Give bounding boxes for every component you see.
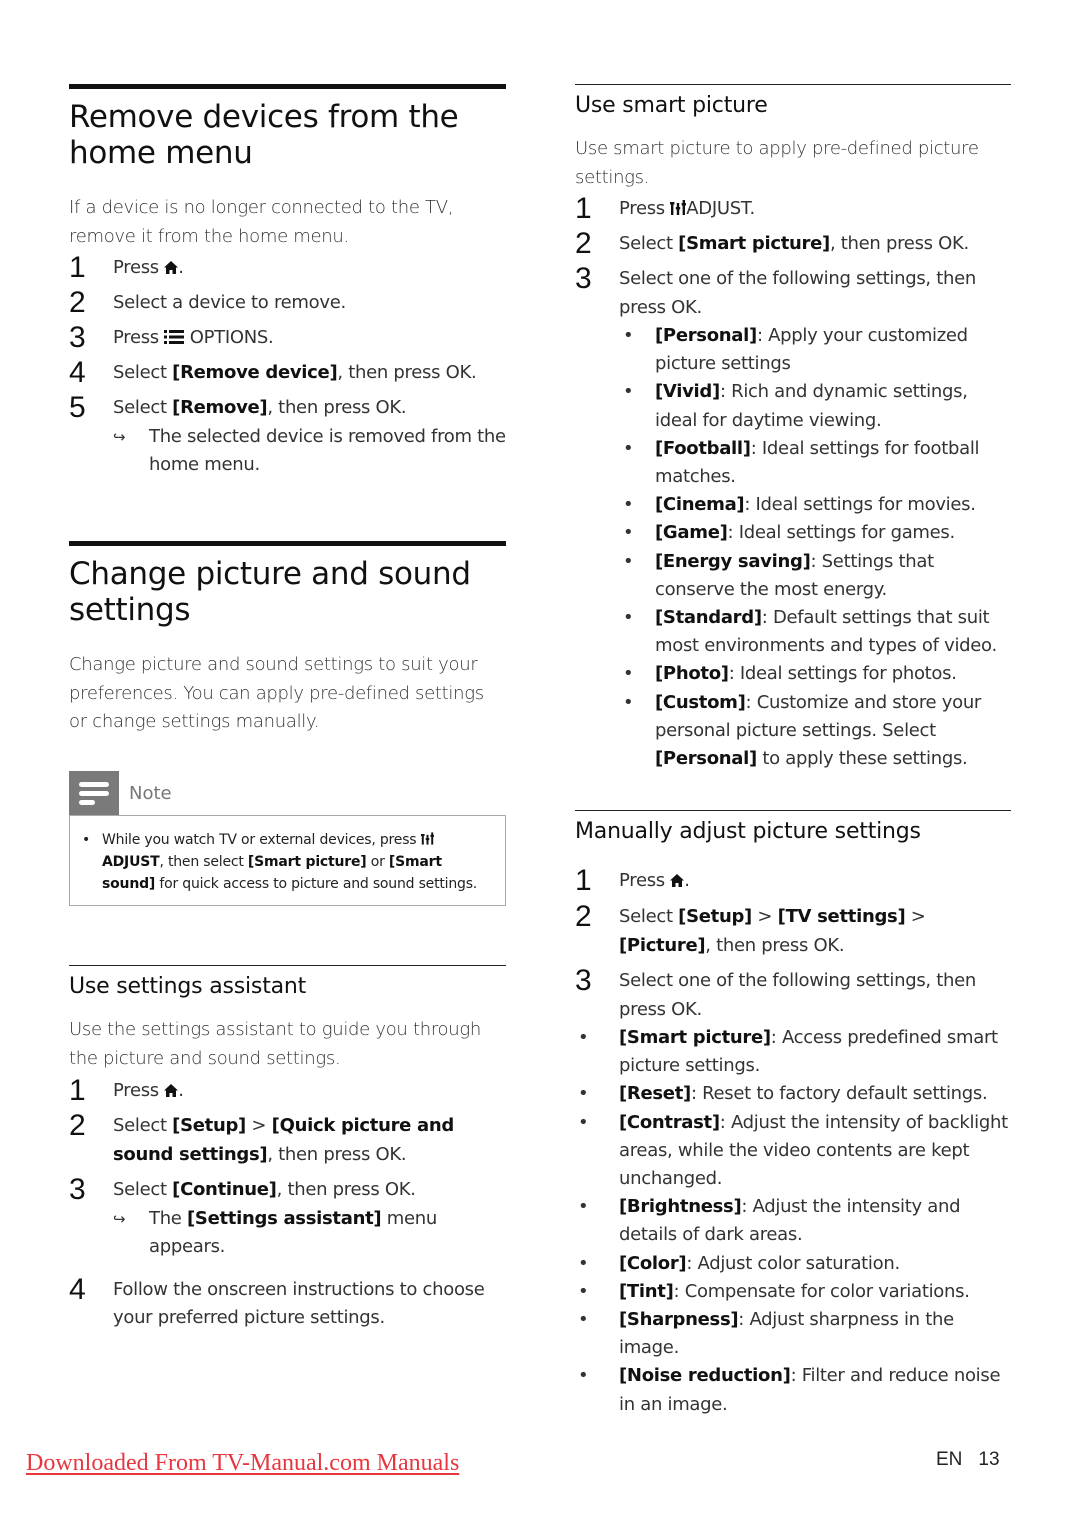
step-item: 2 Select [Smart picture], then press OK. xyxy=(575,227,969,260)
home-icon xyxy=(670,874,684,887)
list-item: • [Game]: Ideal settings for games. xyxy=(623,522,955,544)
note-content: • While you watch TV or external devices… xyxy=(69,815,506,906)
note-icon xyxy=(69,771,119,815)
step-item: 2 Select [Setup] > [TV settings] > [Pict… xyxy=(575,900,926,956)
step-item: 1 Press ADJUST. xyxy=(575,192,755,225)
step-item: 2 Select a device to remove. xyxy=(69,286,346,319)
list-item: • [Personal]: Apply your customized pictu… xyxy=(623,325,968,375)
list-item: • [Contrast]: Adjust the intensity of bac… xyxy=(578,1111,1008,1190)
step-item: 5 Select [Remove], then press OK. ↪ The … xyxy=(69,391,506,480)
note-box: Note • While you watch TV or external de… xyxy=(69,771,506,906)
step-number: 1 xyxy=(69,1074,86,1107)
step-item: 3 Press OPTIONS. xyxy=(69,321,274,354)
step-number: 3 xyxy=(69,321,86,354)
section-divider xyxy=(575,84,1011,85)
section-smart-picture: Use smart picture Use smart picture to a… xyxy=(575,84,1011,773)
language-code: EN xyxy=(936,1449,963,1470)
step-item: 3 Select one of the following settings, … xyxy=(575,964,977,1020)
list-item: • [Cinema]: Ideal settings for movies. xyxy=(623,494,976,516)
picture-settings-options: • [Smart picture]: Access predefined smar… xyxy=(575,1024,1011,1419)
download-source-link[interactable]: Downloaded From TV-Manual.com Manuals xyxy=(26,1450,459,1477)
section-divider xyxy=(69,965,506,966)
list-item: • [Photo]: Ideal settings for photos. xyxy=(623,663,957,685)
intro-paragraph: Change picture and sound settings to sui… xyxy=(69,654,484,732)
list-item: • [Standard]: Default settings that suit … xyxy=(623,607,997,657)
adjust-icon xyxy=(670,200,686,215)
list-item: • [Brightness]: Adjust the intensity and … xyxy=(578,1196,961,1246)
list-item: • [Vivid]: Rich and dynamic settings, ide… xyxy=(623,381,968,431)
list-item: • [Color]: Adjust color saturation. xyxy=(578,1252,900,1274)
steps-list: 1 Press . 2 Select [Setup] > [Quick pict… xyxy=(69,1074,506,1333)
steps-list: 1 Press . 2 Select [Setup] > [TV setting… xyxy=(575,864,1011,1024)
step-result: ↪ The [Settings assistant] menu appears. xyxy=(69,1205,506,1262)
step-item: 1 Press . xyxy=(69,251,184,284)
step-result: ↪ The selected device is removed from th… xyxy=(69,423,506,480)
intro-paragraph: Use the settings assistant to guide you … xyxy=(69,1019,481,1069)
section-title: Remove devices from the home menu xyxy=(69,99,459,171)
step-item: 3 Select [Continue], then press OK. ↪ Th… xyxy=(69,1173,506,1262)
step-number: 1 xyxy=(69,251,86,284)
section-settings-assistant: Use settings assistant Use the settings … xyxy=(69,965,506,1333)
step-number: 3 xyxy=(69,1173,86,1206)
step-item: 1 Press . xyxy=(69,1074,184,1107)
list-item: • [Energy saving]: Settings that conserve… xyxy=(623,550,934,600)
adjust-icon xyxy=(421,832,434,845)
step-item: 4 Select [Remove device], then press OK. xyxy=(69,356,477,389)
smart-picture-options: • [Personal]: Apply your customized pictu… xyxy=(575,322,1011,773)
result-arrow-icon: ↪ xyxy=(113,427,126,446)
list-item: • [Sharpness]: Adjust sharpness in the im… xyxy=(578,1309,954,1359)
section-divider xyxy=(575,810,1011,811)
section-title: Use smart picture xyxy=(575,93,768,118)
section-title: Manually adjust picture settings xyxy=(575,819,921,844)
step-item: 2 Select [Setup] > [Quick picture and so… xyxy=(69,1109,455,1165)
step-number: 2 xyxy=(69,286,86,319)
step-number: 2 xyxy=(69,1109,86,1142)
note-bullet-item: • While you watch TV or external devices… xyxy=(82,832,478,892)
options-icon xyxy=(164,330,184,344)
step-item: 4 Follow the onscreen instructions to ch… xyxy=(69,1272,485,1329)
step-item: 1 Press . xyxy=(575,864,690,897)
step-number: 5 xyxy=(69,391,86,424)
step-number: 1 xyxy=(575,864,592,897)
note-header: Note xyxy=(69,771,506,815)
step-number: 4 xyxy=(69,356,86,389)
section-title: Change picture and sound settings xyxy=(69,556,471,628)
intro-paragraph: Use smart picture to apply pre-defined p… xyxy=(575,138,979,188)
result-arrow-icon: ↪ xyxy=(113,1209,126,1228)
list-item: • [Reset]: Reset to factory default setti… xyxy=(578,1083,988,1105)
list-item: • [Custom]: Customize and store your pers… xyxy=(623,691,982,770)
page-number-value: 13 xyxy=(978,1449,1000,1470)
section-manual-picture: Manually adjust picture settings 1 Press… xyxy=(575,810,1011,1419)
page-number: EN 13 xyxy=(936,1449,1000,1471)
steps-list: 1 Press . 2 Select a device to remove. 3… xyxy=(69,251,506,480)
step-number: 1 xyxy=(575,192,592,225)
list-item: • [Smart picture]: Access predefined smar… xyxy=(578,1027,998,1077)
home-icon xyxy=(164,261,178,274)
note-label: Note xyxy=(129,782,172,804)
section-remove-devices: Remove devices from the home menu If a d… xyxy=(69,84,506,480)
section-divider xyxy=(69,541,506,546)
list-item: • [Noise reduction]: Filter and reduce no… xyxy=(578,1365,1001,1415)
section-change-picture-sound: Change picture and sound settings Change… xyxy=(69,541,506,737)
step-number: 3 xyxy=(575,964,592,997)
home-icon xyxy=(164,1084,178,1097)
step-number: 2 xyxy=(575,227,592,260)
list-item: • [Tint]: Compensate for color variations… xyxy=(578,1280,970,1302)
section-divider xyxy=(69,84,506,89)
list-item: • [Football]: Ideal settings for football… xyxy=(623,437,980,488)
section-title: Use settings assistant xyxy=(69,974,307,999)
step-number: 4 xyxy=(69,1272,86,1306)
steps-list: 1 Press ADJUST. 2 Select [Smart picture]… xyxy=(575,192,1011,322)
intro-paragraph: If a device is no longer connected to th… xyxy=(69,197,454,247)
step-number: 2 xyxy=(575,900,592,933)
step-number: 3 xyxy=(575,262,592,295)
step-item: 3 Select one of the following settings, … xyxy=(575,262,977,318)
